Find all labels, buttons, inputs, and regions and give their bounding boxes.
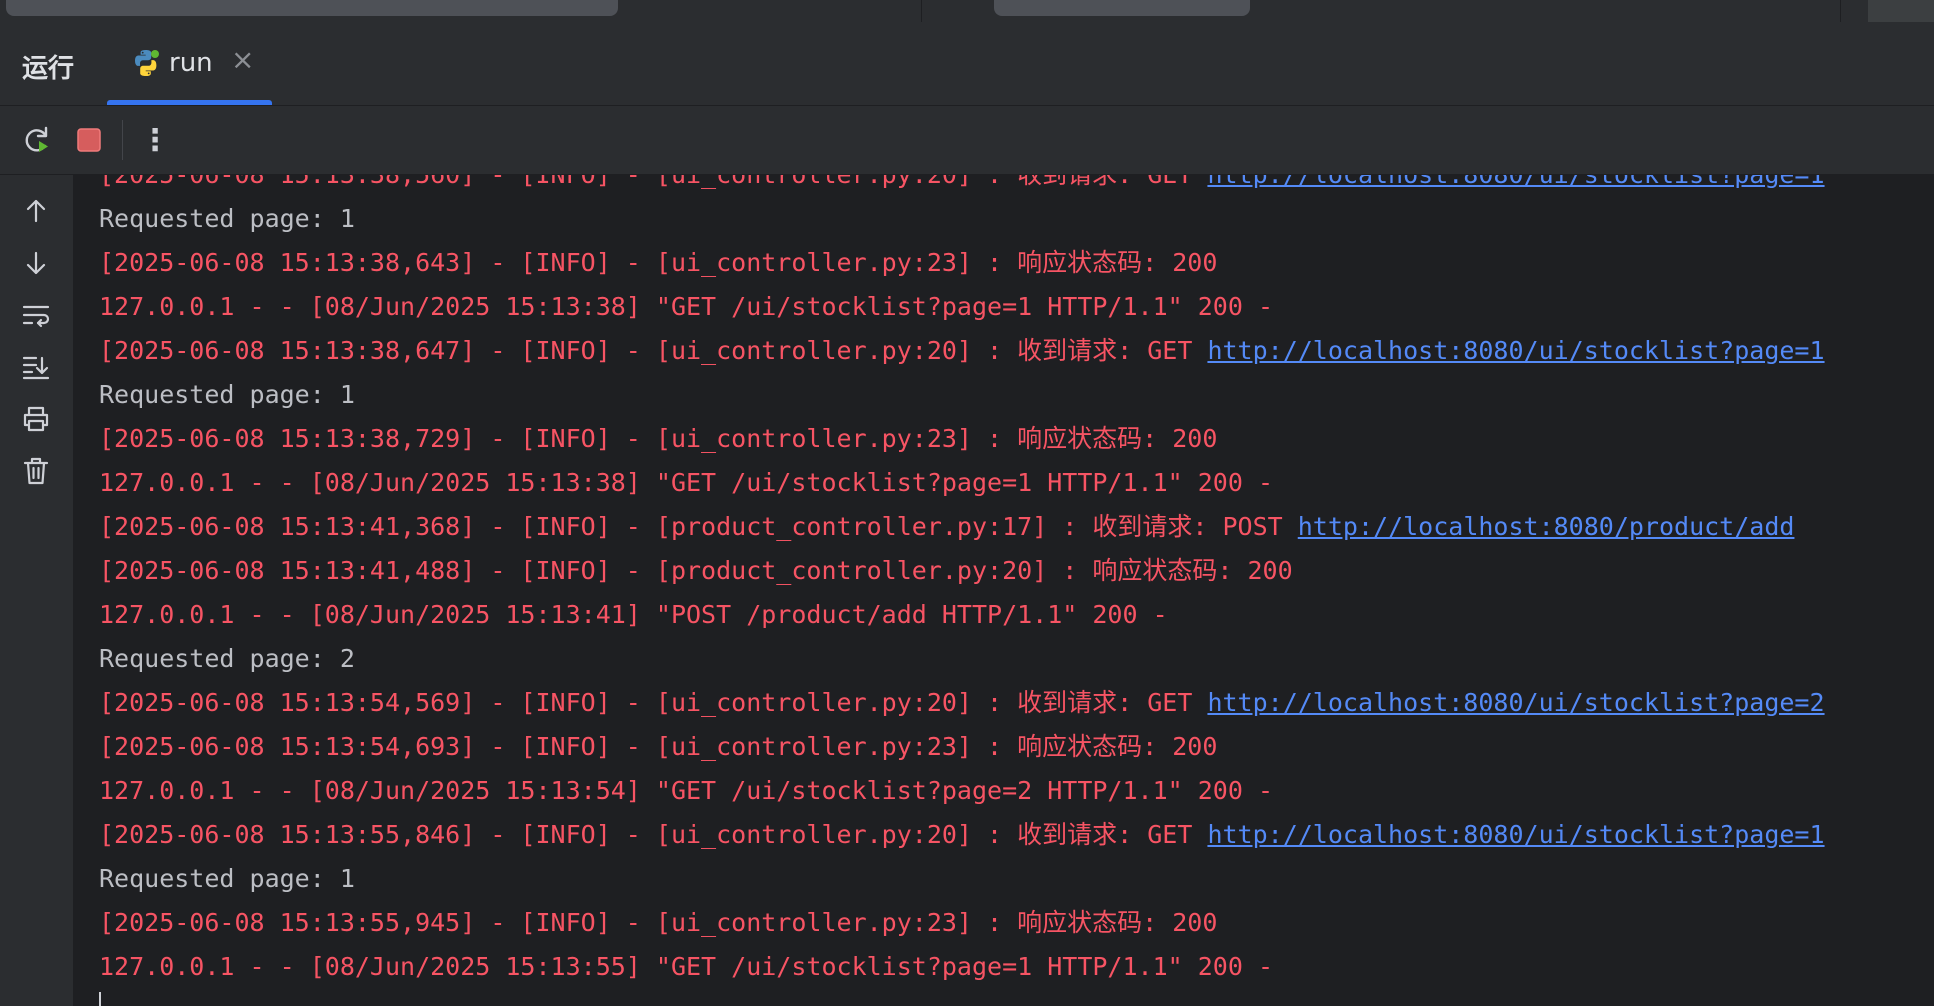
console-side-toolbar [0, 175, 73, 1006]
more-options-icon: ⋮ [140, 122, 170, 158]
tab-run-label: run [169, 48, 213, 78]
console-line: Requested page: 2 [99, 637, 355, 681]
tool-window-title: 运行 [22, 54, 75, 84]
console-line-text: [2025-06-08 15:13:41,488] - [INFO] - [pr… [99, 556, 1293, 585]
python-icon [135, 50, 159, 76]
scroll-down-icon [26, 251, 46, 275]
console-line: [2025-06-08 15:13:41,368] - [INFO] - [pr… [99, 505, 1794, 549]
console-output[interactable]: [2025-06-08 15:13:38,560] - [INFO] - [ui… [73, 175, 1934, 1006]
console-line: 127.0.0.1 - - [08/Jun/2025 15:13:38] "GE… [99, 461, 1273, 505]
console-line-text: [2025-06-08 15:13:54,569] - [INFO] - [ui… [99, 688, 1208, 717]
console-line: Requested page: 1 [99, 857, 355, 901]
clear-all-button[interactable] [16, 451, 56, 491]
console-line: Requested page: 1 [99, 197, 355, 241]
console-line: [2025-06-08 15:13:38,643] - [INFO] - [ui… [99, 241, 1217, 285]
rerun-button[interactable] [16, 120, 58, 160]
console-link[interactable]: http://localhost:8080/ui/stocklist?page=… [1207, 336, 1824, 365]
text-cursor [99, 992, 101, 1006]
console-line-text: 127.0.0.1 - - [08/Jun/2025 15:13:41] "PO… [99, 600, 1168, 629]
console-line: [2025-06-08 15:13:54,693] - [INFO] - [ui… [99, 725, 1217, 769]
console-line: [2025-06-08 15:13:55,945] - [INFO] - [ui… [99, 901, 1217, 945]
console-line: 127.0.0.1 - - [08/Jun/2025 15:13:41] "PO… [99, 593, 1168, 637]
console-line: [2025-06-08 15:13:55,846] - [INFO] - [ui… [99, 813, 1825, 857]
console-line-text: Requested page: 1 [99, 380, 355, 409]
divider [1840, 0, 1841, 22]
console-line-text: 127.0.0.1 - - [08/Jun/2025 15:13:38] "GE… [99, 468, 1273, 497]
console-line-text: Requested page: 1 [99, 864, 355, 893]
console-line-text: [2025-06-08 15:13:38,643] - [INFO] - [ui… [99, 248, 1218, 277]
console-line-text: [2025-06-08 15:13:41,368] - [INFO] - [pr… [99, 512, 1298, 541]
console-line: Requested page: 1 [99, 373, 355, 417]
console-line: [2025-06-08 15:13:41,488] - [INFO] - [pr… [99, 549, 1293, 593]
horizontal-scrollbar-left[interactable] [6, 0, 618, 16]
scroll-up-icon [26, 199, 46, 223]
console-line-text: [2025-06-08 15:13:38,647] - [INFO] - [ui… [99, 336, 1208, 365]
panel-corner [1868, 0, 1934, 22]
console-line: 127.0.0.1 - - [08/Jun/2025 15:13:55] "GE… [99, 945, 1273, 989]
console-line-text: Requested page: 1 [99, 204, 355, 233]
console-line-text: [2025-06-08 15:13:38,560] - [INFO] - [ui… [99, 175, 1207, 189]
console-line: [2025-06-08 15:13:38,647] - [INFO] - [ui… [99, 329, 1825, 373]
horizontal-scrollbar-right[interactable] [994, 0, 1250, 16]
divider [921, 0, 922, 22]
rerun-icon [25, 126, 48, 152]
print-icon [23, 406, 49, 432]
stop-icon [77, 128, 101, 152]
console-line: 127.0.0.1 - - [08/Jun/2025 15:13:38] "GE… [99, 285, 1273, 329]
console-link[interactable]: http://localhost:8080/product/add [1298, 512, 1795, 541]
run-toolbar: ⋮ [0, 106, 1934, 175]
soft-wrap-icon [22, 305, 50, 328]
console-link[interactable]: http://localhost:8080/ui/stocklist?page=… [1207, 175, 1824, 189]
more-options-button[interactable]: ⋮ [134, 120, 176, 160]
scroll-to-end-button[interactable] [16, 347, 56, 387]
console-line-text: [2025-06-08 15:13:38,729] - [INFO] - [ui… [99, 424, 1218, 453]
scroll-up-button[interactable] [16, 191, 56, 231]
console-line: [2025-06-08 15:13:38,729] - [INFO] - [ui… [99, 417, 1217, 461]
run-tool-window-header: 运行 run × [0, 22, 1934, 106]
soft-wrap-button[interactable] [16, 295, 56, 335]
tab-run[interactable]: run × [107, 22, 272, 105]
console-link[interactable]: http://localhost:8080/ui/stocklist?page=… [1207, 820, 1824, 849]
console-line: [2025-06-08 15:13:38,560] - [INFO] - [ui… [99, 175, 1825, 197]
console-line: 127.0.0.1 - - [08/Jun/2025 15:13:54] "GE… [99, 769, 1273, 813]
active-tab-indicator [107, 100, 272, 105]
console-line-text: [2025-06-08 15:13:55,945] - [INFO] - [ui… [99, 908, 1218, 937]
top-scroll-strip [0, 0, 1934, 23]
console-line-text: 127.0.0.1 - - [08/Jun/2025 15:13:55] "GE… [99, 952, 1273, 981]
console-line: [2025-06-08 15:13:54,569] - [INFO] - [ui… [99, 681, 1825, 725]
clear-all-icon [23, 457, 49, 485]
scroll-to-end-icon [22, 356, 50, 380]
console-line-text: [2025-06-08 15:13:55,846] - [INFO] - [ui… [99, 820, 1208, 849]
scroll-down-button[interactable] [16, 243, 56, 283]
print-button[interactable] [16, 399, 56, 439]
console-line-text: 127.0.0.1 - - [08/Jun/2025 15:13:38] "GE… [99, 292, 1273, 321]
console-line-text: [2025-06-08 15:13:54,693] - [INFO] - [ui… [99, 732, 1218, 761]
console-line-text: 127.0.0.1 - - [08/Jun/2025 15:13:54] "GE… [99, 776, 1273, 805]
toolbar-divider [122, 120, 123, 160]
stop-button[interactable] [68, 120, 110, 160]
console-line-text: Requested page: 2 [99, 644, 355, 673]
close-icon[interactable]: × [231, 46, 254, 74]
console-link[interactable]: http://localhost:8080/ui/stocklist?page=… [1207, 688, 1824, 717]
